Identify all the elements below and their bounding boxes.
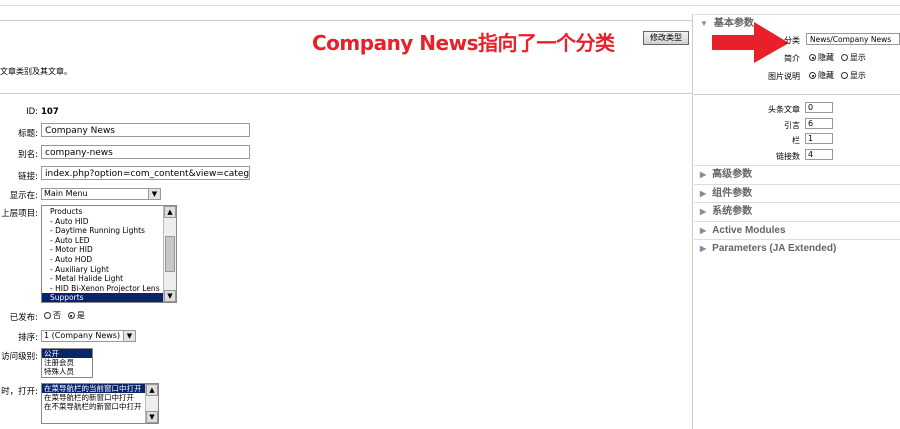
top-divider [0,5,900,6]
list-item[interactable]: 公开 [42,349,92,359]
image-radio-group: 隐藏 显示 [809,70,870,81]
parent-label: 上层项目: [1,209,38,219]
scroll-thumb[interactable] [165,236,175,272]
links-count-label: 链接数 [776,152,800,161]
change-type-button[interactable]: 修改类型 [643,31,689,45]
title-input[interactable]: Company News [41,123,250,137]
order-select[interactable]: 1 (Company News) ▼ [41,330,136,342]
leading-label: 头条文章 [768,105,800,114]
columns-label: 栏 [792,136,800,145]
collapsed-triangle-icon: ▶ [700,189,707,198]
columns-input[interactable]: 1 [805,133,833,144]
intro-show-label: 显示 [849,53,866,62]
advanced-params-title: 高级参数 [712,169,753,180]
parent-scrollbar[interactable]: ▲ ▼ [163,206,176,302]
list-item[interactable]: - Metal Halide Light [42,274,176,284]
list-item[interactable]: - HID Bi-Xenon Projector Lens [42,284,176,294]
component-params-title: 组件参数 [712,188,753,199]
list-item[interactable]: 特殊人员 [42,367,92,376]
list-item[interactable]: 在菜导航栏的新窗口中打开 [42,393,158,402]
id-label: ID: [26,107,38,117]
intro-radio-group: 隐藏 显示 [809,52,870,63]
links-count-input[interactable]: 4 [805,149,833,160]
basic-params-header[interactable]: ▼ 基本参数 [694,14,900,32]
active-modules-header[interactable]: ▶ Active Modules [694,221,900,239]
published-yes-radio[interactable] [67,312,75,319]
list-item[interactable]: - Daytime Running Lights [42,226,176,236]
published-no-radio[interactable] [44,312,51,319]
list-item[interactable]: Supports [42,293,176,302]
basic-params-title: 基本参数 [713,18,754,29]
id-value: 107 [41,107,59,117]
list-item[interactable]: 在菜导航栏的当前窗口中打开 [42,384,158,394]
alias-label: 别名: [18,150,38,160]
list-item[interactable]: - Auto HID [42,217,176,227]
ja-extended-header[interactable]: ▶ Parameters (JA Extended) [694,239,900,257]
collapsed-triangle-icon: ▶ [700,170,707,179]
onclick-label: 时，打开: [1,387,38,397]
list-item[interactable]: Products [42,207,176,217]
order-label: 排序: [18,333,38,343]
header-divider [0,20,692,21]
chevron-down-icon[interactable]: ▼ [148,189,160,199]
alias-input[interactable]: company-news [41,145,250,159]
access-label: 访问级别: [1,352,38,362]
list-item[interactable]: - Auto HOD [42,255,176,265]
component-params-header[interactable]: ▶ 组件参数 [694,184,900,202]
link-input[interactable]: index.php?option=com_content&view=catego… [41,166,250,180]
intro-label: 简介 [784,54,800,63]
list-item[interactable]: 注册会员 [42,358,92,367]
title-label: 标题: [18,129,38,139]
intro-count-label: 引言 [784,121,800,130]
leading-input[interactable]: 0 [805,102,833,113]
image-show-label: 显示 [849,71,866,80]
system-params-title: 系统参数 [712,206,753,217]
list-item[interactable]: - Auto LED [42,236,176,246]
collapsed-triangle-icon: ▶ [700,226,707,235]
form-divider [0,93,692,94]
published-yes-label: 是 [76,311,85,320]
chevron-down-icon[interactable]: ▼ [123,331,135,341]
image-hide-label: 隐藏 [818,71,834,80]
advanced-params-header[interactable]: ▶ 高级参数 [694,165,900,183]
display-in-select[interactable]: Main Menu ▼ [41,188,161,200]
collapsed-triangle-icon: ▶ [700,207,707,216]
annotation-text: Company News指向了一个分类 [312,31,615,55]
image-caption-label: 图片说明 [768,72,800,81]
expanded-triangle-icon: ▼ [700,19,708,28]
onclick-listbox[interactable]: 在菜导航栏的当前窗口中打开 在菜导航栏的新窗口中打开 在不菜导航栏的新窗口中打开 ▲… [41,383,159,424]
image-show-radio[interactable] [840,72,848,79]
list-item[interactable]: - Motor HID [42,245,176,255]
category-field[interactable]: News/Company News [806,33,900,45]
intro-show-radio[interactable] [840,54,848,61]
access-listbox[interactable]: 公开 注册会员 特殊人员 [41,348,93,378]
basic-divider [694,94,900,95]
display-in-value: Main Menu [44,189,88,198]
display-in-label: 显示在: [9,191,38,201]
active-modules-title: Active Modules [712,225,786,236]
scroll-up-icon[interactable]: ▲ [146,384,158,396]
image-hide-radio[interactable] [809,72,816,79]
list-item[interactable]: 在不菜导航栏的新窗口中打开 [42,402,158,411]
published-no-label: 否 [53,311,61,320]
system-params-header[interactable]: ▶ 系统参数 [694,202,900,220]
intro-count-input[interactable]: 6 [805,118,833,129]
published-radio-group: 否 是 [44,310,89,321]
order-value: 1 (Company News) [44,331,121,340]
link-label: 链接: [18,172,38,182]
published-label: 已发布: [9,313,38,323]
onclick-scrollbar[interactable]: ▲ ▼ [145,384,158,423]
panel-divider [692,14,693,429]
page-subtitle: 文章类别及其文章。 [0,67,72,76]
list-item[interactable]: - Auxiliary Light [42,265,176,275]
intro-hide-label: 隐藏 [818,53,834,62]
collapsed-triangle-icon: ▶ [700,244,707,253]
scroll-down-icon[interactable]: ▼ [146,411,158,423]
parent-listbox[interactable]: Products - Auto HID - Daytime Running Li… [41,205,177,303]
ja-extended-title: Parameters (JA Extended) [712,243,837,254]
intro-hide-radio[interactable] [809,54,816,61]
category-label: 分类 [784,36,800,45]
scroll-up-icon[interactable]: ▲ [164,206,176,218]
scroll-down-icon[interactable]: ▼ [164,290,176,302]
